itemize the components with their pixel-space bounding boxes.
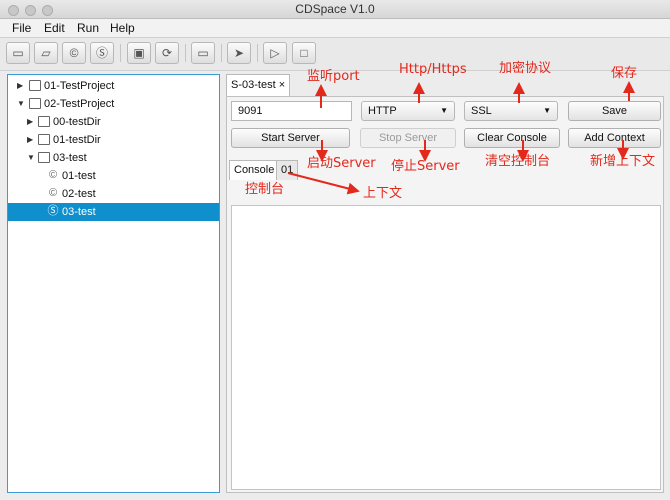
annotation-arrow — [287, 172, 360, 195]
annotation-http: Http/Https — [399, 62, 467, 77]
annotation-port: 监听port — [307, 69, 360, 84]
annotation-stop: 停止Server — [391, 159, 460, 174]
annotation-context: 上下文 — [363, 186, 403, 201]
annotation-encrypt: 加密协议 — [499, 61, 552, 76]
annotation-add: 新增上下文 — [590, 154, 656, 169]
annotation-save: 保存 — [611, 66, 638, 81]
annotation-console: 控制台 — [245, 182, 285, 197]
annotation-clear: 清空控制台 — [485, 154, 551, 169]
annotation-start: 启动Server — [307, 156, 376, 171]
